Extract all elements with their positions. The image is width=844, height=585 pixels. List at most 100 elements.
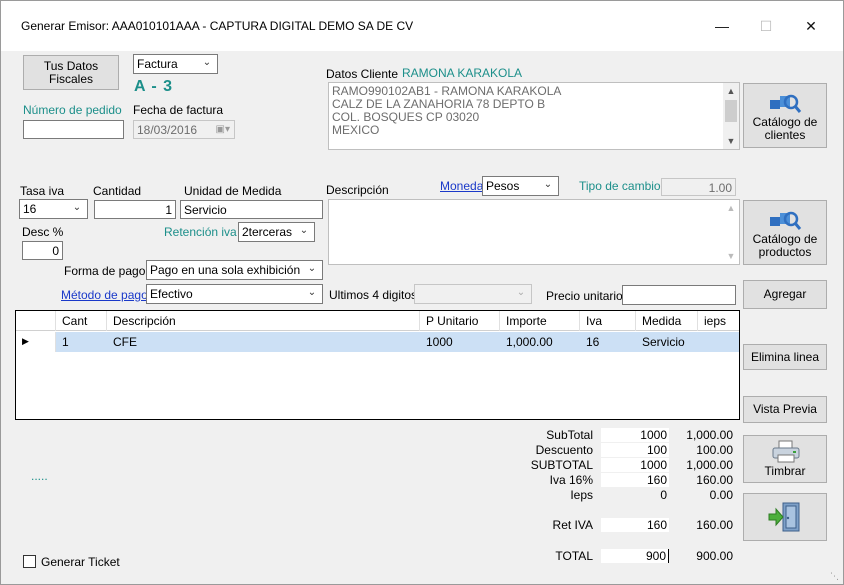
catalogo-clientes-button[interactable]: Catálogo de clientes bbox=[743, 83, 827, 148]
cell-importe[interactable]: 1,000.00 bbox=[500, 332, 553, 352]
subtotal-label: SubTotal bbox=[546, 428, 593, 442]
desc-label: Desc % bbox=[22, 225, 64, 239]
fecha-factura-label: Fecha de factura bbox=[133, 103, 224, 117]
forma-pago-value: Pago en una sola exhibición bbox=[150, 263, 301, 277]
col-medida[interactable]: Medida bbox=[636, 311, 698, 331]
chevron-down-icon: ⌄ bbox=[307, 287, 317, 298]
timbrar-button[interactable]: Timbrar bbox=[743, 435, 827, 483]
resize-grip-icon[interactable]: ⋱ bbox=[830, 571, 839, 582]
col-importe[interactable]: Importe bbox=[500, 311, 580, 331]
elimina-linea-button[interactable]: Elimina linea bbox=[743, 344, 827, 370]
subtotal-box[interactable]: 1000 bbox=[601, 428, 669, 442]
descuento-label: Descuento bbox=[535, 443, 593, 457]
retencion-iva-label: Retención iva bbox=[164, 225, 237, 239]
total-value: 900.00 bbox=[696, 549, 733, 563]
tipo-cambio-input[interactable]: 1.00 bbox=[661, 178, 736, 196]
exit-button[interactable] bbox=[743, 493, 827, 541]
metodo-pago-select[interactable]: Efectivo ⌄ bbox=[146, 284, 323, 304]
ieps-box[interactable]: 0 bbox=[601, 488, 669, 502]
cell-medida[interactable]: Servicio bbox=[636, 332, 685, 352]
items-grid[interactable]: Cant Descripción P Unitario Importe Iva … bbox=[15, 310, 740, 420]
calendar-icon[interactable]: ▣▾ bbox=[216, 123, 230, 137]
scroll-thumb[interactable] bbox=[725, 100, 737, 122]
total-box[interactable]: 900 bbox=[601, 549, 669, 563]
chevron-down-icon: ⌄ bbox=[72, 202, 82, 213]
maximize-button[interactable]: ☐ bbox=[753, 15, 779, 37]
moneda-select[interactable]: Pesos ⌄ bbox=[482, 176, 559, 196]
unidad-medida-label: Unidad de Medida bbox=[184, 184, 282, 198]
precio-unitario-input[interactable] bbox=[622, 285, 736, 305]
scroll-down-icon[interactable]: ▼ bbox=[723, 248, 739, 264]
main-window: Generar Emisor: AAA010101AAA - CAPTURA D… bbox=[0, 0, 844, 585]
subtotal-value: 1,000.00 bbox=[686, 428, 733, 442]
people-search-icon bbox=[770, 94, 802, 113]
cantidad-input[interactable]: 1 bbox=[94, 200, 176, 219]
products-search-icon bbox=[770, 211, 802, 230]
tus-datos-fiscales-button[interactable]: Tus Datos Fiscales bbox=[23, 55, 119, 90]
cell-cant[interactable]: 1 bbox=[56, 332, 69, 352]
generar-ticket-label[interactable]: Generar Ticket bbox=[41, 555, 120, 569]
col-p-unitario[interactable]: P Unitario bbox=[420, 311, 500, 331]
doc-type-select[interactable]: Factura ⌄ bbox=[133, 54, 218, 74]
printer-icon bbox=[772, 440, 800, 463]
metodo-pago-link[interactable]: Método de pago bbox=[61, 288, 148, 302]
numero-pedido-input[interactable] bbox=[23, 120, 124, 139]
table-row[interactable]: ▶ 1 CFE 1000 1,000.00 16 Servicio bbox=[16, 332, 739, 352]
metodo-pago-value: Efectivo bbox=[150, 287, 193, 301]
datos-cliente-label: Datos Cliente bbox=[326, 67, 399, 81]
catalogo-productos-button[interactable]: Catálogo de productos bbox=[743, 200, 827, 265]
tasa-iva-label: Tasa iva bbox=[20, 184, 65, 198]
col-iva[interactable]: Iva bbox=[580, 311, 636, 331]
cell-ieps[interactable] bbox=[698, 332, 704, 352]
cell-p-unitario[interactable]: 1000 bbox=[420, 332, 453, 352]
unidad-medida-input[interactable]: Servicio bbox=[180, 200, 323, 219]
forma-pago-select[interactable]: Pago en una sola exhibición ⌄ bbox=[146, 260, 323, 280]
cliente-scrollbar[interactable]: ▲ ▼ bbox=[723, 83, 739, 149]
scroll-down-icon[interactable]: ▼ bbox=[723, 133, 739, 149]
cliente-address-box[interactable]: RAMO990102AB1 - RAMONA KARAKOLA CALZ DE … bbox=[328, 82, 740, 150]
tasa-iva-select[interactable]: 16 ⌄ bbox=[19, 199, 88, 219]
subtotal2-value: 1,000.00 bbox=[686, 458, 733, 472]
iva-value: 160.00 bbox=[696, 473, 733, 487]
grid-corner bbox=[16, 311, 56, 331]
retencion-iva-select[interactable]: 2terceras ⌄ bbox=[238, 222, 315, 242]
agregar-button[interactable]: Agregar bbox=[743, 280, 827, 309]
descuento-box[interactable]: 100 bbox=[601, 443, 669, 457]
minimize-button[interactable]: — bbox=[709, 15, 735, 37]
desc-input[interactable]: 0 bbox=[22, 241, 63, 260]
serie-folio: A - 3 bbox=[134, 78, 174, 95]
fecha-factura-input[interactable]: 18/03/2016 ▣▾ bbox=[133, 120, 235, 139]
scroll-up-icon[interactable]: ▲ bbox=[723, 83, 739, 99]
iva-box[interactable]: 160 bbox=[601, 473, 669, 487]
address-line: MEXICO bbox=[332, 123, 380, 137]
subtotal2-box[interactable]: 1000 bbox=[601, 458, 669, 472]
tasa-iva-value: 16 bbox=[23, 202, 37, 216]
descripcion-scrollbar[interactable]: ▲ ▼ bbox=[723, 200, 739, 264]
catalogo-clientes-label: Catálogo de clientes bbox=[752, 115, 818, 142]
precio-unitario-label: Precio unitario bbox=[546, 289, 623, 303]
cell-iva[interactable]: 16 bbox=[580, 332, 599, 352]
timbrar-label: Timbrar bbox=[764, 464, 806, 478]
total-label: TOTAL bbox=[555, 549, 593, 563]
col-descripcion[interactable]: Descripción bbox=[107, 311, 420, 331]
title-bar: Generar Emisor: AAA010101AAA - CAPTURA D… bbox=[1, 1, 843, 51]
col-ieps[interactable]: ieps bbox=[698, 311, 738, 331]
chevron-down-icon: ⌄ bbox=[543, 179, 553, 190]
moneda-link[interactable]: Moneda bbox=[440, 179, 483, 193]
chevron-down-icon: ⌄ bbox=[516, 287, 526, 298]
tipo-cambio-label: Tipo de cambio bbox=[579, 179, 661, 193]
forma-pago-label: Forma de pago bbox=[64, 264, 146, 278]
vista-previa-button[interactable]: Vista Previa bbox=[743, 396, 827, 423]
address-line: COL. BOSQUES CP 03020 bbox=[332, 110, 480, 124]
col-cant[interactable]: Cant bbox=[56, 311, 107, 331]
fecha-factura-value: 18/03/2016 bbox=[137, 123, 198, 137]
cell-descripcion[interactable]: CFE bbox=[107, 332, 137, 352]
generar-ticket-checkbox[interactable] bbox=[23, 555, 36, 568]
grid-header: Cant Descripción P Unitario Importe Iva … bbox=[16, 311, 739, 331]
close-button[interactable]: ✕ bbox=[798, 15, 824, 37]
row-header[interactable]: ▶ bbox=[16, 332, 56, 352]
descripcion-textarea[interactable]: ▲ ▼ bbox=[328, 199, 740, 265]
scroll-up-icon[interactable]: ▲ bbox=[723, 200, 739, 216]
ultimos-4-select[interactable]: ⌄ bbox=[414, 284, 532, 304]
ret-iva-box[interactable]: 160 bbox=[601, 518, 669, 532]
